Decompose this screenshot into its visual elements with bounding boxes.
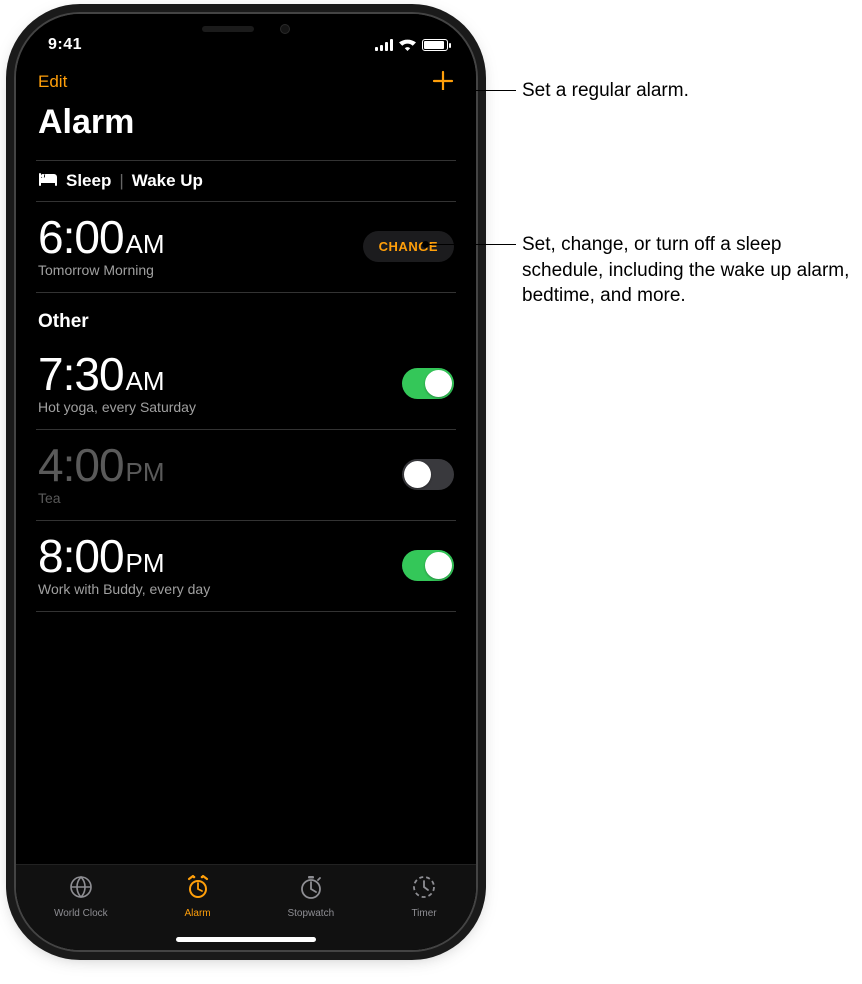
wifi-icon bbox=[399, 39, 416, 51]
callout-change: Set, change, or turn off a sleep schedul… bbox=[522, 232, 852, 309]
cellular-icon bbox=[375, 39, 393, 51]
notch bbox=[146, 14, 346, 44]
wake-ampm: AM bbox=[126, 229, 165, 259]
alarm-row: 7:30AM Hot yoga, every Saturday bbox=[36, 339, 456, 430]
edit-button[interactable]: Edit bbox=[38, 72, 67, 92]
battery-icon bbox=[422, 39, 448, 51]
sleep-label: Sleep bbox=[66, 171, 111, 191]
alarm-sub: Work with Buddy, every day bbox=[38, 581, 210, 597]
alarm-row: 8:00PM Work with Buddy, every day bbox=[36, 521, 456, 612]
alarm-time: 8:00 bbox=[38, 530, 124, 582]
tab-timer[interactable]: Timer bbox=[410, 873, 438, 919]
tab-stopwatch[interactable]: Stopwatch bbox=[287, 873, 334, 919]
tab-label: World Clock bbox=[54, 908, 108, 919]
status-time: 9:41 bbox=[48, 36, 82, 54]
callout-add-alarm: Set a regular alarm. bbox=[522, 78, 842, 104]
nav-bar: Edit bbox=[16, 64, 476, 97]
wake-sub: Tomorrow Morning bbox=[38, 262, 165, 278]
alarm-time: 4:00 bbox=[38, 439, 124, 491]
alarm-list: 7:30AMHot yoga, every Saturday4:00PMTea8… bbox=[36, 339, 456, 612]
alarm-ampm: AM bbox=[126, 366, 165, 396]
bed-icon bbox=[38, 171, 58, 191]
tab-icon bbox=[297, 873, 325, 904]
sleep-section-header: Sleep | Wake Up bbox=[36, 160, 456, 202]
alarm-ampm: PM bbox=[126, 457, 165, 487]
wakeup-label: Wake Up bbox=[132, 171, 203, 191]
screen: 9:41 Edit Alarm Sleep | bbox=[16, 14, 476, 950]
home-indicator bbox=[176, 937, 316, 942]
alarm-row: 4:00PM Tea bbox=[36, 430, 456, 521]
callout-text: Set a regular alarm. bbox=[522, 80, 689, 101]
tab-icon bbox=[410, 873, 438, 904]
wake-alarm-row: 6:00AM Tomorrow Morning CHANGE bbox=[36, 202, 456, 293]
tab-alarm[interactable]: Alarm bbox=[184, 873, 212, 919]
alarm-toggle[interactable] bbox=[402, 550, 454, 581]
separator: | bbox=[119, 171, 123, 191]
alarm-sub: Tea bbox=[38, 490, 165, 506]
change-button[interactable]: CHANGE bbox=[363, 231, 454, 262]
callout-text: Set, change, or turn off a sleep schedul… bbox=[522, 234, 849, 306]
alarm-toggle[interactable] bbox=[402, 459, 454, 490]
content-area: Alarm Sleep | Wake Up 6:00AM Tomorrow Mo… bbox=[16, 97, 476, 864]
alarm-time: 7:30 bbox=[38, 348, 124, 400]
alarm-ampm: PM bbox=[126, 548, 165, 578]
wake-time: 6:00 bbox=[38, 211, 124, 263]
tab-label: Alarm bbox=[184, 908, 210, 919]
tab-world-clock[interactable]: World Clock bbox=[54, 873, 108, 919]
iphone-frame: 9:41 Edit Alarm Sleep | bbox=[16, 14, 476, 950]
tab-label: Timer bbox=[411, 908, 436, 919]
alarm-sub: Hot yoga, every Saturday bbox=[38, 399, 196, 415]
tab-icon bbox=[67, 873, 95, 904]
page-title: Alarm bbox=[38, 103, 456, 142]
tab-label: Stopwatch bbox=[287, 908, 334, 919]
other-section-header: Other bbox=[36, 293, 456, 339]
tab-icon bbox=[184, 873, 212, 904]
alarm-toggle[interactable] bbox=[402, 368, 454, 399]
